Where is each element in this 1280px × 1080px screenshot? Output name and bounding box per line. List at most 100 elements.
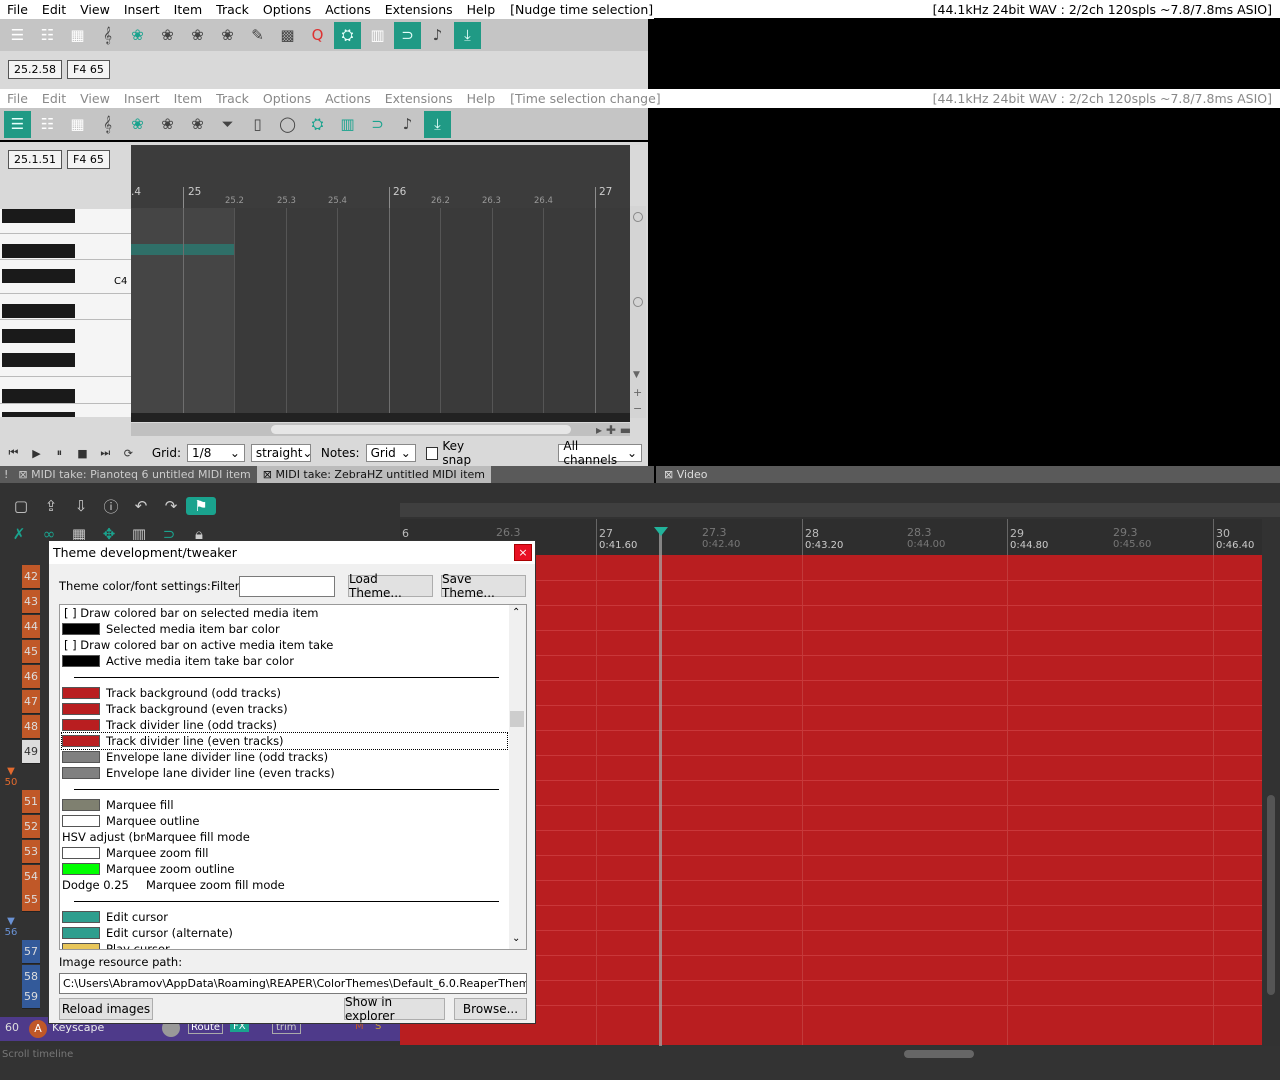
info-icon[interactable]: ⓘ [96,496,126,517]
color-swatch[interactable] [62,719,100,731]
lasso-icon[interactable]: ◯ [274,111,301,138]
color-swatch[interactable] [62,927,100,939]
black-key[interactable] [2,389,75,403]
tab-close-icon[interactable]: ! [0,468,12,481]
audio-device-info-2[interactable]: [44.1kHz 24bit WAV : 2/2ch 120spls ~7.8/… [933,91,1272,106]
track-number[interactable]: 53 [22,840,40,864]
black-key[interactable] [2,244,75,258]
list-item[interactable]: Play cursor [62,941,170,949]
audio-device-info[interactable]: [44.1kHz 24bit WAV : 2/2ch 120spls ~7.8/… [933,2,1272,17]
color-swatch[interactable] [62,847,100,859]
arrange-vertical-scrollbar[interactable] [1262,555,1280,1045]
list-item[interactable]: HSV adjust (brokMarquee fill mode [62,829,250,845]
upload-icon[interactable]: ⇪ [36,497,66,515]
list-item[interactable]: Marquee outline [62,813,199,829]
list-item-focused[interactable]: Track divider line (even tracks) [61,732,508,750]
menu-view[interactable]: View [73,2,117,17]
timeline-region-bar[interactable] [400,503,1280,517]
list-item[interactable]: Marquee fill [62,797,174,813]
tab-midi-take-zebra[interactable]: ⊠ MIDI take: ZebraHZ untitled MIDI item [256,466,492,483]
list-icon[interactable]: ▯ [244,111,271,138]
play-icon[interactable]: ▶ [25,443,48,463]
list-item[interactable]: Dodge 0.25 Marquee zoom fill mode [62,877,285,893]
color-swatch[interactable] [62,687,100,699]
download-icon[interactable]: ⇩ [66,497,96,515]
piano-roll-grid[interactable]: .4 25 25.2 25.3 25.4 26 26.2 26.3 26.4 2… [131,145,630,417]
midi-horizontal-scrollbar[interactable] [131,423,630,436]
track-number[interactable]: 45 [22,640,40,664]
color-swatch[interactable] [62,943,100,949]
track-number[interactable]: 60 [5,1021,19,1034]
paw-icon-3[interactable]: ❀ [184,111,211,138]
black-key[interactable] [2,412,75,417]
step-icon[interactable]: ♪ [394,111,421,138]
track-number[interactable]: 51 [22,790,40,814]
tab-video[interactable]: ⊠ Video [656,466,1280,483]
menu2-insert[interactable]: Insert [117,91,167,106]
image-path-input[interactable]: C:\Users\Abramov\AppData\Roaming\REAPER\… [59,973,527,994]
undo-icon[interactable]: ↶ [126,497,156,515]
track-number[interactable]: 54 [22,865,40,889]
color-swatch[interactable] [62,767,100,779]
list-item[interactable]: Track divider line (odd tracks) [62,717,277,733]
list-item[interactable]: Active media item take bar color [62,653,294,669]
list-item[interactable]: Track background (odd tracks) [62,685,281,701]
menu2-options[interactable]: Options [256,91,318,106]
black-key[interactable] [2,209,75,223]
trim-icon[interactable]: ✗ [4,525,34,543]
menu-extensions[interactable]: Extensions [378,2,460,17]
menu2-track[interactable]: Track [209,91,256,106]
menu-edit[interactable]: Edit [35,2,73,17]
stop-icon[interactable]: ■ [71,443,94,463]
list-item[interactable]: Marquee zoom fill [62,845,209,861]
list-item[interactable]: Envelope lane divider line (odd tracks) [62,749,328,765]
paw-icon-4[interactable]: ❀ [214,22,241,49]
color-swatch[interactable] [62,751,100,763]
paw-icon-2[interactable]: ❀ [154,111,181,138]
menu-insert[interactable]: Insert [117,2,167,17]
theme-settings-list[interactable]: [ ] Draw colored bar on selected media i… [59,604,527,950]
list-item[interactable]: Track background (even tracks) [62,701,288,717]
color-swatch[interactable] [62,735,100,747]
menu2-help[interactable]: Help [460,91,503,106]
color-swatch[interactable] [62,911,100,923]
notes-select[interactable]: Grid ⌄ [365,444,416,462]
named-notes-icon[interactable]: ☷ [34,22,61,49]
loop-icon[interactable]: ⊃ [394,21,421,49]
chevron-up-icon[interactable]: ⌃ [512,607,520,618]
midi-zoom-icon[interactable]: ▸ ✚ ▬ [596,423,631,437]
menu-options[interactable]: Options [256,2,318,17]
list-item[interactable]: Edit cursor [62,909,168,925]
list-item[interactable]: Marquee zoom outline [62,861,234,877]
grid-select[interactable]: 1/8 ⌄ [187,444,245,462]
snap-icon[interactable]: ✎ [244,22,271,49]
step-icon[interactable]: ♪ [424,22,451,49]
track-number[interactable]: 59 [22,985,40,1009]
menu-actions[interactable]: Actions [318,2,378,17]
redo-icon[interactable]: ↷ [156,497,186,515]
black-key[interactable] [2,353,75,367]
channel-select[interactable]: All channels ⌄ [558,439,643,467]
quantize-icon[interactable]: Q [304,22,331,49]
reload-images-button[interactable]: Reload images [59,998,153,1020]
cc-lane-divider[interactable] [131,413,630,422]
list-item[interactable]: [ ] Draw colored bar on active media ite… [64,637,333,653]
color-swatch[interactable] [62,623,100,635]
track-number[interactable]: 44 [22,615,40,639]
track-number[interactable]: 42 [22,565,40,589]
menu-track[interactable]: Track [209,2,256,17]
edit-cursor[interactable] [659,528,662,1046]
black-key[interactable] [2,304,75,318]
menu2-actions[interactable]: Actions [318,91,378,106]
show-in-explorer-button[interactable]: Show in explorer [344,995,445,1023]
input-icon[interactable]: ⤓ [424,110,451,138]
menu-help[interactable]: Help [460,2,503,17]
scroll-thumb[interactable] [510,711,524,727]
folder-track-50[interactable]: ▼ 50 [2,766,20,792]
filter-icon[interactable]: ⏷ [214,111,241,138]
event-list-icon[interactable]: ▦ [64,111,91,138]
color-swatch[interactable] [62,799,100,811]
paw-icon[interactable]: ❀ [124,111,151,138]
key-snap-checkbox[interactable] [425,446,439,460]
folder-track-56[interactable]: ▼ 56 [2,916,20,942]
